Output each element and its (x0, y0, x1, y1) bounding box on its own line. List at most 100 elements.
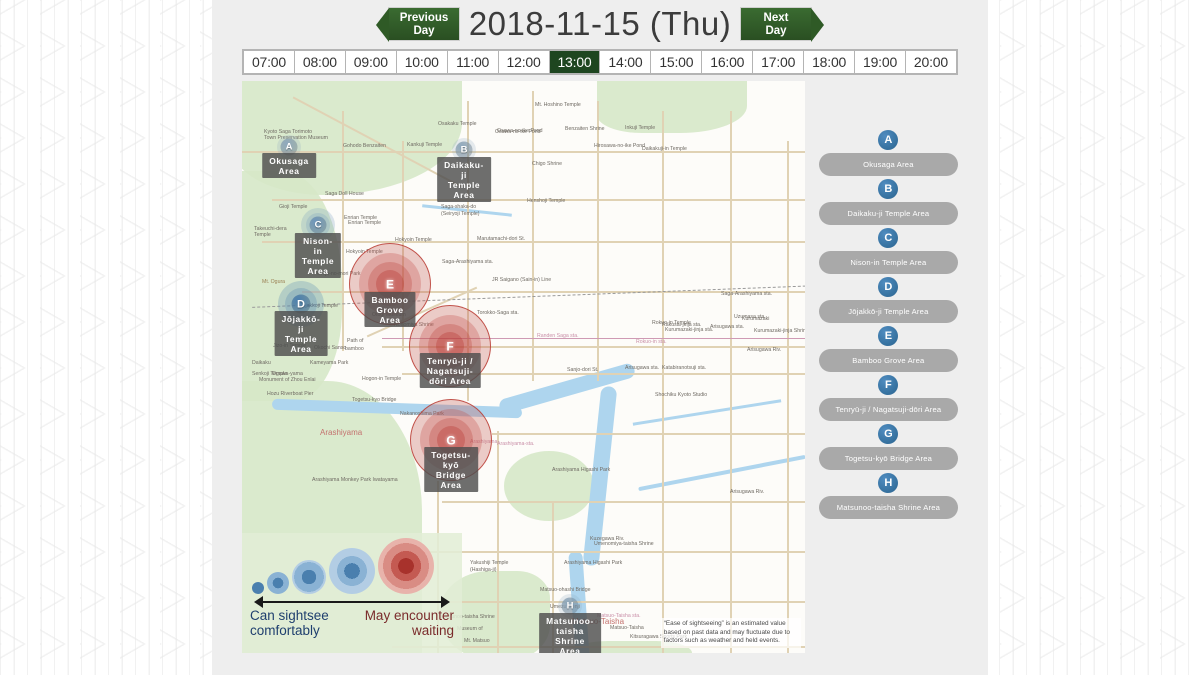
area-legend-item-h: H Matsunoo-taisha Shrine Area (818, 473, 958, 519)
map-place-label: Hokyoin Temple (395, 237, 432, 243)
congestion-scale-text: Can sightsee comfortably May encounter w… (250, 608, 454, 638)
map-place-label: Saga-Arashiyama sta. (721, 291, 773, 297)
previous-day-button[interactable]: Previous Day (376, 6, 460, 42)
road-h-9 (422, 551, 805, 553)
map-place-label: bamboo (345, 346, 364, 352)
time-slot-2000[interactable]: 20:00 (905, 51, 956, 73)
map-pin-h[interactable]: H (561, 597, 579, 615)
map-place-label: Matsuo-Taisha (610, 625, 644, 631)
area-badge-h[interactable]: H (878, 473, 899, 493)
map-place-label: Senkoji Temple (252, 371, 288, 377)
time-slot-1100[interactable]: 11:00 (447, 51, 498, 73)
next-day-label-line1: Next (763, 11, 789, 24)
time-slot-1000[interactable]: 10:00 (396, 51, 447, 73)
area-legend-item-e: E Bamboo Grove Area (818, 326, 958, 372)
map-marker-label-g: Togetsu-kyō Bridge Area (424, 447, 478, 492)
next-day-button[interactable]: Next Day (740, 6, 824, 42)
area-button-d[interactable]: Jōjakkō-ji Temple Area (818, 300, 958, 323)
area-badge-e[interactable]: E (878, 326, 899, 346)
area-badge-d[interactable]: D (878, 277, 899, 297)
map-place-label: Umenomiya-taisha Shrine (594, 541, 654, 547)
area-button-f[interactable]: Tenryū-ji / Nagatsuji-dōri Area (818, 398, 958, 421)
area-button-c[interactable]: Nison-in Temple Area (818, 251, 958, 274)
area-legend-sidebar: A Okusaga Area B Daikaku-ji Temple Area C Nis… (818, 81, 958, 653)
map-place-label: Mt. Hoshino Temple (535, 102, 581, 108)
time-slot-1500[interactable]: 15:00 (651, 51, 702, 73)
map-place-label: Benzaiten Shrine (565, 126, 605, 132)
map-place-label: Kameyama Park (310, 360, 349, 366)
river-tributary-mid (632, 399, 782, 426)
area-legend-item-g: G Togetsu-kyō Bridge Area (818, 424, 958, 470)
map-marker-label-h: Matsunoo-taisha Shrine Area (539, 613, 601, 653)
scale-label-crowded-line1: May encounter (364, 608, 454, 623)
scale-circle-4 (329, 548, 375, 594)
time-slot-1400[interactable]: 14:00 (600, 51, 651, 73)
time-slot-0700[interactable]: 07:00 (244, 51, 294, 73)
map-place-label: Gohodo Benzaiten (343, 143, 386, 149)
map-place-label: Hozu Riverboat Pier (267, 391, 314, 397)
map-place-label: Chigo Shrine (532, 161, 562, 167)
area-badge-g[interactable]: G (878, 424, 899, 444)
map-place-label: Saga-Arashiyama sta. (442, 259, 494, 265)
area-button-h[interactable]: Matsunoo-taisha Shrine Area (818, 496, 958, 519)
scale-label-comfortable-line2: comfortably (250, 623, 320, 638)
road-v-9 (497, 431, 499, 653)
road-h-1 (242, 151, 805, 153)
map-place-label: Gioji Temple (279, 204, 308, 210)
congestion-scale-legend: Can sightsee comfortably May encounter w… (242, 533, 462, 653)
area-button-a[interactable]: Okusaga Area (818, 153, 958, 176)
scale-label-crowded-line2: waiting (411, 623, 454, 638)
area-badge-c[interactable]: C (878, 228, 899, 248)
map-place-label: Mt. Ogura (262, 279, 286, 285)
time-slot-1600[interactable]: 16:00 (702, 51, 753, 73)
map-marker-label-b: Daikaku-ji Temple Area (437, 157, 491, 202)
area-button-b[interactable]: Daikaku-ji Temple Area (818, 202, 958, 225)
map-place-label: Kurumazaki-jinja sta. (665, 327, 714, 333)
map-place-label: Katabiranotsuji sta. (662, 365, 707, 371)
previous-day-label-line2: Day (413, 24, 435, 37)
map-place-label: Inkuji Temple (625, 125, 656, 131)
time-slot-selector[interactable]: 07:00 08:00 09:00 10:00 11:00 12:00 13:00 14:00… (242, 49, 958, 75)
arrow-line (262, 601, 442, 603)
map-place-label: Torokko-Saga sta. (477, 310, 519, 316)
map-place-label: Arashiyama Monkey Park Iwatayama (312, 477, 398, 483)
scale-circle-1 (252, 582, 264, 594)
map-place-label: Matsuo-ohashi Bridge (540, 587, 591, 593)
current-date-title: 2018-11-15 (Thu) (468, 4, 732, 42)
map-place-label: JR Saigano (Sain-in) Line (492, 277, 552, 283)
scale-label-comfortable-line1: Can sightsee (250, 608, 329, 623)
time-slot-1300[interactable]: 13:00 (549, 51, 600, 73)
map-pin-b[interactable]: B (455, 141, 473, 159)
area-legend-item-a: A Okusaga Area (818, 130, 958, 176)
time-slot-0900[interactable]: 09:00 (345, 51, 396, 73)
time-slot-1700[interactable]: 17:00 (753, 51, 804, 73)
map-place-label: Shochiku Kyoto Studio (655, 392, 708, 398)
area-button-e[interactable]: Bamboo Grove Area (818, 349, 958, 372)
map-place-label: Randen Saga sta. (537, 333, 579, 339)
map-place-label: Yakushiji Temple (470, 560, 509, 566)
map-place-label: Arisugawa Riv. (730, 489, 765, 495)
map-place-label: Arisugawa Riv. (747, 347, 782, 353)
time-slot-1900[interactable]: 19:00 (855, 51, 905, 73)
road-v-6 (662, 111, 665, 653)
map-marker-label-c: Nison-in Temple Area (294, 233, 342, 278)
map-place-label: Hogon-in Temple (362, 376, 402, 382)
area-button-g[interactable]: Togetsu-kyō Bridge Area (818, 447, 958, 470)
map-pin-c[interactable]: C (309, 216, 327, 234)
time-slot-1800[interactable]: 18:00 (804, 51, 855, 73)
area-badge-a[interactable]: A (878, 130, 899, 150)
map-place-label: Osakaku Temple (438, 121, 477, 127)
date-navigation: Previous Day 2018-11-15 (Thu) Next Day (212, 0, 988, 47)
time-slot-0800[interactable]: 08:00 (294, 51, 345, 73)
arrow-right-head-icon (441, 596, 450, 608)
time-slot-1200[interactable]: 12:00 (498, 51, 549, 73)
area-badge-f[interactable]: F (878, 375, 899, 395)
content-area: Kyoto Saga Torimoto Town Preservation Mus… (212, 81, 988, 653)
disclaimer-note: “Ease of sightseeing” is an estimated va… (660, 618, 801, 648)
map-place-label: Arashiyama-sta. (497, 441, 535, 447)
map-place-label: Kurumazaki (742, 316, 770, 322)
scale-label-crowded: May encounter waiting (365, 608, 454, 638)
congestion-map[interactable]: Kyoto Saga Torimoto Town Preservation Mus… (242, 81, 805, 653)
map-place-label: Path of (347, 338, 364, 344)
area-badge-b[interactable]: B (878, 179, 899, 199)
